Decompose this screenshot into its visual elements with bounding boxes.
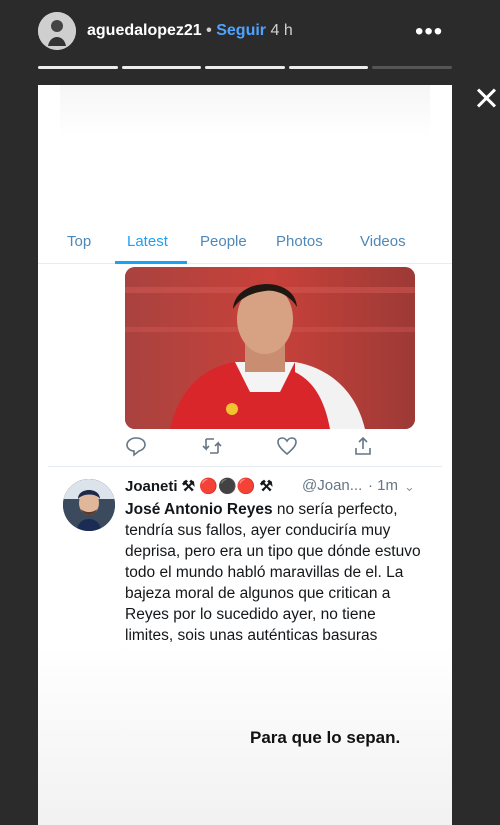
tweet-handle[interactable]: @Joan... <box>302 477 362 494</box>
follow-button[interactable]: Seguir <box>216 22 266 39</box>
blurred-area <box>60 85 430 137</box>
tab-photos[interactable]: Photos <box>276 233 323 250</box>
tweet-actions <box>125 435 415 461</box>
tab-latest[interactable]: Latest <box>127 233 168 250</box>
tab-people[interactable]: People <box>200 233 247 250</box>
progress-segment <box>121 66 202 69</box>
tweet-text: José Antonio Reyes no sería perfecto, te… <box>125 499 425 646</box>
progress-segment <box>205 66 285 69</box>
username[interactable]: aguedalopez21 <box>87 22 202 39</box>
tweet-photo[interactable] <box>125 267 415 429</box>
tweet-bold-intro: José Antonio Reyes <box>125 501 273 518</box>
tab-videos[interactable]: Videos <box>360 233 406 250</box>
tweet-author-name[interactable]: Joaneti ⚒ 🔴⚫🔴 ⚒ <box>125 477 273 495</box>
share-icon[interactable] <box>352 435 374 457</box>
tweet-body-text: no sería perfecto, tendría sus fallos, a… <box>125 501 421 644</box>
separator: • <box>206 22 212 39</box>
retweet-icon[interactable] <box>201 435 223 457</box>
avatar[interactable] <box>38 12 76 50</box>
like-icon[interactable] <box>276 435 298 457</box>
tweet-timestamp: · 1m <box>368 477 398 494</box>
story-card: Top Latest People Photos Videos Joaneti … <box>38 85 452 825</box>
username-line: aguedalopez21 • Seguir 4 h <box>87 22 293 40</box>
progress-segment <box>288 66 369 69</box>
tab-top[interactable]: Top <box>67 233 91 250</box>
progress-segment <box>372 66 452 69</box>
chevron-down-icon[interactable]: ⌄ <box>404 479 415 495</box>
story-header: aguedalopez21 • Seguir 4 h ••• <box>0 0 500 85</box>
divider <box>48 466 442 467</box>
reply-icon[interactable] <box>125 435 147 457</box>
time-ago: 4 h <box>270 22 293 39</box>
story-progress <box>38 66 452 69</box>
active-tab-indicator <box>115 261 187 264</box>
search-tabs: Top Latest People Photos Videos <box>38 225 452 264</box>
story-caption: Para que lo sepan. <box>250 728 401 747</box>
progress-segment <box>38 66 118 69</box>
close-icon[interactable] <box>472 84 500 112</box>
more-options-button[interactable]: ••• <box>415 18 443 46</box>
avatar[interactable] <box>63 479 115 531</box>
